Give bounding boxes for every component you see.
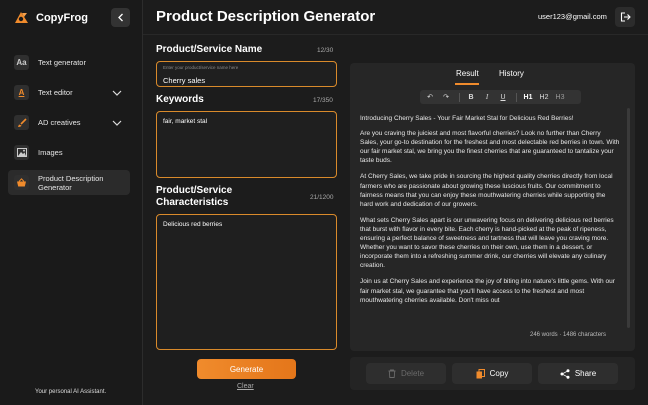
chevron-left-icon: [117, 13, 123, 22]
redo-button[interactable]: ↷: [439, 91, 453, 103]
text-generator-icon: Aa: [14, 55, 29, 70]
basket-icon: [14, 175, 29, 190]
product-name-input[interactable]: [163, 76, 330, 85]
keywords-input[interactable]: fair, market stal: [156, 111, 337, 178]
sidebar-item-text-generator[interactable]: Aa Text generator: [8, 50, 130, 75]
generated-paragraph: What sets Cherry Sales apart is our unwa…: [360, 216, 614, 270]
undo-button[interactable]: ↶: [423, 91, 437, 103]
collapse-sidebar-button[interactable]: [111, 8, 130, 27]
sidebar-item-ad-creatives[interactable]: AD creatives: [8, 110, 130, 135]
sidebar-item-label: Product Description Generator: [38, 173, 104, 192]
delete-label: Delete: [400, 369, 425, 378]
bold-button[interactable]: B: [464, 91, 478, 103]
product-name-hint: Enter your product/service name here: [163, 65, 239, 70]
heading-3-button[interactable]: H3: [553, 91, 567, 103]
generated-text: Introducing Cherry Sales - Your Fair Mar…: [358, 108, 620, 305]
generated-headline: Introducing Cherry Sales - Your Fair Mar…: [360, 115, 574, 122]
share-icon: [560, 368, 570, 379]
sidebar-item-label: Text editor: [38, 88, 73, 97]
editor-toolbar: ↶ ↷ B I U H1 H2 H3: [420, 90, 581, 104]
tab-history[interactable]: History: [499, 69, 524, 78]
copy-label: Copy: [489, 369, 509, 378]
frog-logo-icon: [15, 12, 28, 23]
generated-paragraph: Join us at Cherry Sales and experience t…: [360, 278, 615, 304]
tagline: Your personal AI Assistant.: [35, 389, 107, 395]
characteristics-title: Product/Service Characteristics: [156, 185, 233, 208]
characteristics-input[interactable]: Delicious red berries: [156, 214, 337, 350]
keywords-title: Keywords: [156, 94, 204, 105]
logout-icon: [620, 12, 631, 22]
user-email: user123@gmail.com: [538, 12, 607, 21]
brush-icon: [14, 115, 29, 130]
generated-paragraph: At Cherry Sales, we take pride in sourci…: [360, 173, 613, 208]
word-character-count: 246 words · 1486 characters: [530, 332, 607, 338]
result-action-bar: Delete Copy Share: [350, 357, 635, 390]
image-icon: [14, 145, 29, 160]
chevron-down-icon[interactable]: [112, 90, 122, 96]
active-tab-indicator: [455, 83, 479, 85]
heading-1-button[interactable]: H1: [521, 91, 535, 103]
product-name-field[interactable]: Enter your product/service name here: [156, 61, 337, 87]
tab-result[interactable]: Result: [456, 69, 479, 78]
sidebar-item-label: AD creatives: [38, 118, 81, 127]
app-name: CopyFrog: [36, 11, 88, 24]
heading-2-button[interactable]: H2: [537, 91, 551, 103]
product-name-counter: 12/30: [317, 47, 334, 54]
sidebar-item-label: Text generator: [38, 58, 86, 67]
generate-button[interactable]: Generate: [197, 359, 296, 379]
text-scrollbar[interactable]: [627, 108, 630, 328]
italic-button[interactable]: I: [480, 91, 494, 103]
toolbar-divider: [516, 92, 517, 102]
sidebar: CopyFrog Aa Text generator A Text editor…: [0, 0, 143, 405]
result-panel: Result History ↶ ↷ B I U H1 H2 H3 Introd…: [350, 63, 635, 351]
sidebar-item-text-editor[interactable]: A Text editor: [8, 80, 130, 105]
generated-paragraph: Are you craving the juiciest and most fl…: [360, 130, 620, 165]
share-label: Share: [574, 369, 597, 378]
page-title: Product Description Generator: [156, 8, 376, 25]
copy-icon: [476, 368, 485, 378]
product-name-title: Product/Service Name: [156, 44, 263, 55]
chevron-down-icon[interactable]: [112, 120, 122, 126]
delete-button[interactable]: Delete: [366, 363, 446, 384]
logout-button[interactable]: [615, 7, 635, 27]
app-logo[interactable]: CopyFrog: [13, 10, 88, 25]
sidebar-item-product-description-generator[interactable]: Product Description Generator: [8, 170, 130, 195]
keywords-counter: 17/350: [313, 97, 333, 104]
sidebar-item-images[interactable]: Images: [8, 140, 130, 165]
sidebar-nav: Aa Text generator A Text editor AD creat…: [8, 50, 130, 200]
header-divider: [143, 34, 648, 35]
generated-text-area[interactable]: Introducing Cherry Sales - Your Fair Mar…: [358, 108, 630, 334]
text-editor-icon: A: [14, 85, 29, 100]
copy-button[interactable]: Copy: [452, 363, 532, 384]
trash-icon: [388, 369, 396, 378]
share-button[interactable]: Share: [538, 363, 618, 384]
characteristics-counter: 21/1200: [310, 194, 334, 201]
toolbar-divider: [459, 92, 460, 102]
underline-button[interactable]: U: [496, 91, 510, 103]
clear-link[interactable]: Clear: [237, 383, 254, 390]
sidebar-item-label: Images: [38, 148, 63, 157]
